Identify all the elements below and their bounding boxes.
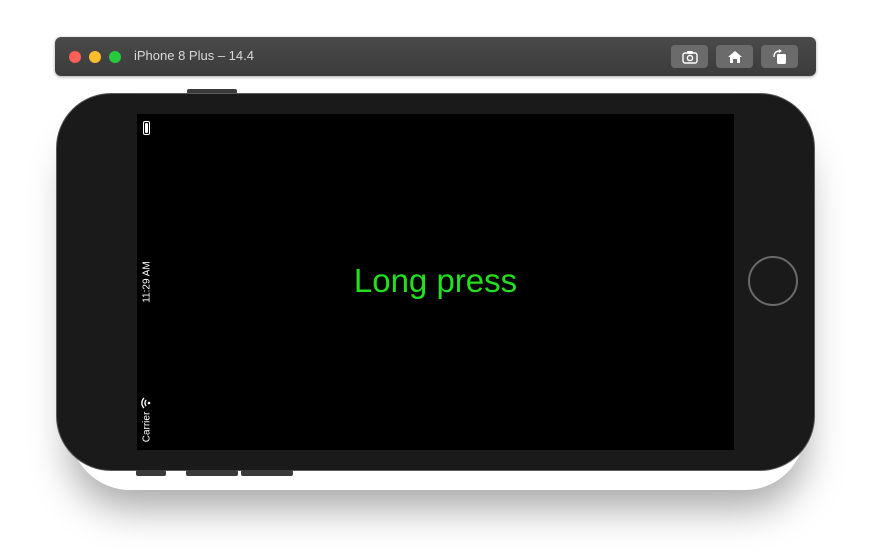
screenshot-button[interactable] [671, 45, 708, 68]
device-screen[interactable]: 11:29 AM Carrier Long press [137, 114, 734, 450]
volume-up-button [186, 470, 238, 476]
wifi-icon [140, 396, 152, 409]
rotate-button[interactable] [761, 45, 798, 68]
simulator-title-bar: iPhone 8 Plus – 14.4 [55, 37, 816, 76]
rotate-icon [772, 48, 788, 65]
status-carrier: Carrier [141, 411, 153, 443]
battery-icon [143, 121, 150, 135]
simulator-stage: iPhone 8 Plus – 14.4 11:29 AM Carrier Lo… [0, 0, 871, 553]
home-icon [727, 50, 743, 64]
window-title: iPhone 8 Plus – 14.4 [134, 48, 254, 63]
camera-icon [681, 50, 698, 64]
close-window-button[interactable] [69, 51, 81, 63]
home-button[interactable] [716, 45, 753, 68]
zoom-window-button[interactable] [109, 51, 121, 63]
long-press-label[interactable]: Long press [137, 262, 734, 300]
mute-switch [136, 470, 166, 476]
device-home-button[interactable] [748, 256, 798, 306]
minimize-window-button[interactable] [89, 51, 101, 63]
volume-down-button [241, 470, 293, 476]
